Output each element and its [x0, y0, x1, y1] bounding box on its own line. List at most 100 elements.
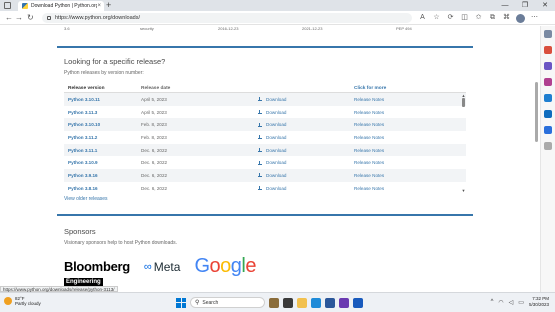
- minimize-button[interactable]: —: [495, 0, 515, 11]
- release-version-link[interactable]: Python 3.10.10: [68, 122, 100, 127]
- release-version-link[interactable]: Python 3.9.16: [68, 173, 98, 178]
- download-link[interactable]: Download: [258, 122, 354, 127]
- maximize-button[interactable]: ❐: [515, 0, 535, 11]
- release-version-link[interactable]: Python 3.10.9: [68, 160, 98, 165]
- refresh-tab-icon[interactable]: ⟳: [446, 13, 455, 23]
- media-app-icon[interactable]: [269, 297, 279, 308]
- word-document-icon[interactable]: [353, 297, 363, 308]
- search-sidebar-icon[interactable]: [544, 30, 552, 38]
- url-field[interactable]: https://www.python.org/downloads/: [42, 13, 412, 23]
- release-version-link[interactable]: Python 3.11.1: [68, 148, 97, 153]
- refresh-icon[interactable]: ↻: [27, 13, 34, 23]
- file-explorer-icon[interactable]: [297, 297, 307, 308]
- back-arrow-icon[interactable]: ←: [5, 13, 13, 23]
- tab-close-icon[interactable]: ×: [97, 3, 101, 9]
- table-row: Python 3.9.16 Dec. 6, 2022 Download Release…: [64, 169, 466, 182]
- release-notes-link[interactable]: Release Notes: [354, 135, 454, 140]
- read-aloud-icon[interactable]: A: [418, 13, 427, 23]
- download-link[interactable]: Download: [258, 97, 354, 102]
- tab-actions-icon[interactable]: [4, 2, 11, 9]
- table-row: Python 3.10.10 Feb. 8, 2023 Download Releas…: [64, 118, 466, 132]
- download-link[interactable]: Download: [258, 135, 354, 140]
- meta-infinity-icon: ∞: [143, 260, 152, 273]
- header-release-version: Release version: [68, 85, 105, 91]
- download-link[interactable]: Download: [258, 110, 354, 115]
- start-button[interactable]: [176, 297, 186, 308]
- outlook-icon[interactable]: [544, 110, 552, 118]
- profile-avatar[interactable]: [516, 13, 525, 23]
- vscode-app-icon[interactable]: [339, 297, 349, 308]
- clock[interactable]: 7:32 PM 5/30/2023: [529, 296, 549, 308]
- download-icon: [258, 148, 262, 153]
- release-date: April 5, 2023: [141, 96, 167, 102]
- wifi-icon[interactable]: ◠: [498, 299, 503, 306]
- engineering-sponsor-logo[interactable]: Engineering: [64, 278, 103, 286]
- release-notes-link[interactable]: Release Notes: [354, 110, 454, 115]
- task-view-icon[interactable]: [283, 297, 293, 308]
- release-notes-link[interactable]: Release Notes: [354, 186, 454, 191]
- release-notes-link[interactable]: Release Notes: [354, 160, 454, 165]
- lock-icon: [47, 16, 51, 20]
- table-header: Release version Release date Click for m…: [64, 84, 466, 93]
- download-icon: [258, 186, 262, 191]
- release-notes-link[interactable]: Release Notes: [354, 122, 454, 127]
- drop-icon[interactable]: [544, 126, 552, 134]
- tools-icon[interactable]: [544, 62, 552, 70]
- forward-arrow-icon[interactable]: →: [15, 13, 23, 23]
- sponsors-subtitle: Visionary sponsors help to host Python d…: [64, 240, 178, 246]
- taskbar-search-label: Search: [202, 299, 219, 306]
- taskbar-search[interactable]: ⚲ Search: [190, 297, 265, 308]
- release-date: Feb. 8, 2023: [141, 134, 167, 140]
- scroll-up-icon[interactable]: ▲: [461, 93, 466, 98]
- volume-icon[interactable]: ◁: [509, 299, 514, 306]
- release-list[interactable]: Python 3.10.11 April 5, 2023 Download Relea…: [64, 93, 466, 193]
- shopping-icon[interactable]: [544, 46, 552, 54]
- release-notes-link[interactable]: Release Notes: [354, 148, 454, 153]
- tab-python-downloads[interactable]: Download Python | Python.org ×: [18, 1, 104, 11]
- header-click-more: Click for more: [354, 85, 387, 91]
- release-version-link[interactable]: Python 3.11.2: [68, 135, 97, 140]
- add-sidebar-icon[interactable]: [544, 142, 552, 150]
- split-screen-icon[interactable]: ◫: [460, 13, 469, 23]
- table-row: Python 3.10.11 April 5, 2023 Download Relea…: [64, 93, 466, 106]
- tray-chevron-icon[interactable]: ^: [491, 299, 494, 305]
- release-version-link[interactable]: Python 3.10.11: [68, 97, 100, 102]
- download-link[interactable]: Download: [258, 160, 354, 165]
- table-scrollbar[interactable]: ▲ ▼: [461, 93, 466, 193]
- bloomberg-logo[interactable]: Bloomberg: [64, 259, 130, 274]
- section-title: Looking for a specific release?: [64, 57, 166, 66]
- view-older-releases-link[interactable]: View older releases: [64, 196, 108, 202]
- table-scroll-thumb[interactable]: [462, 98, 465, 107]
- download-label: Download: [266, 185, 287, 191]
- favorites-icon[interactable]: ✩: [474, 13, 483, 23]
- extensions-icon[interactable]: ⌘: [502, 13, 511, 23]
- weather-widget[interactable]: 82°F Partly cloudy: [4, 296, 41, 306]
- battery-icon[interactable]: ▭: [518, 299, 524, 306]
- download-icon: [258, 160, 262, 165]
- new-tab-button[interactable]: +: [106, 0, 111, 11]
- scroll-down-icon[interactable]: ▼: [461, 188, 466, 193]
- section-divider: [57, 46, 473, 48]
- download-link[interactable]: Download: [258, 186, 354, 191]
- page-scroll-thumb[interactable]: [535, 82, 538, 142]
- download-icon: [258, 110, 262, 115]
- more-menu-icon[interactable]: ⋯: [530, 13, 539, 23]
- download-link[interactable]: Download: [258, 173, 354, 178]
- download-link[interactable]: Download: [258, 148, 354, 153]
- meta-logo[interactable]: ∞ Meta: [144, 260, 181, 274]
- close-window-button[interactable]: ✕: [535, 0, 555, 11]
- collections-icon[interactable]: ⧉: [488, 13, 497, 23]
- release-version-link[interactable]: Python 3.11.3: [68, 110, 97, 115]
- prev-row-first-release: 2016-12-23: [218, 26, 239, 31]
- google-logo[interactable]: Google: [194, 255, 256, 278]
- download-label: Download: [266, 109, 287, 115]
- release-notes-link[interactable]: Release Notes: [354, 97, 454, 102]
- favorite-star-icon[interactable]: ☆: [432, 13, 441, 23]
- office-icon[interactable]: [544, 94, 552, 102]
- release-version-link[interactable]: Python 3.8.16: [68, 186, 98, 191]
- release-notes-link[interactable]: Release Notes: [354, 173, 454, 178]
- edge-browser-icon[interactable]: [311, 297, 321, 308]
- page-scrollbar[interactable]: [534, 26, 539, 292]
- word-app-icon[interactable]: [325, 297, 335, 308]
- games-icon[interactable]: [544, 78, 552, 86]
